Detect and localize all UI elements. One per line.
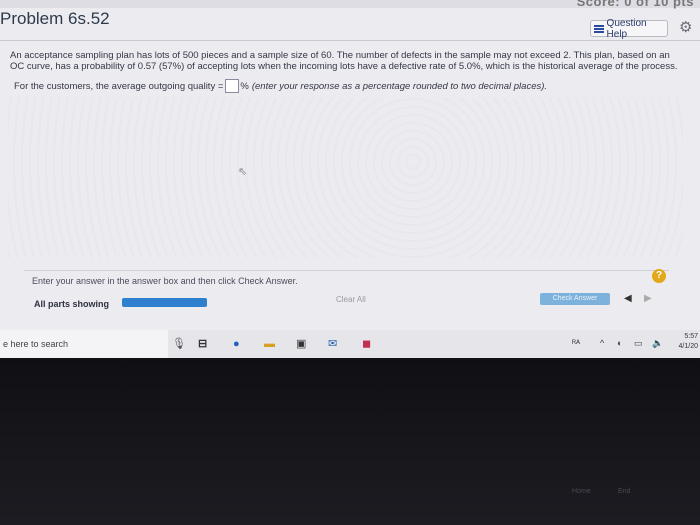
check-answer-button[interactable]: Check Answer (540, 293, 610, 305)
microphone-icon[interactable]: 🎙 (172, 338, 186, 350)
question-help-label: Question Help (606, 17, 647, 40)
clock-date: 4/1/20 (678, 343, 698, 350)
answer-input[interactable] (225, 79, 240, 93)
question-text: An acceptance sampling plan has lots of … (10, 50, 678, 72)
mail-icon[interactable]: ✉ (328, 338, 337, 350)
edge-browser-icon[interactable]: ● (233, 338, 240, 350)
list-icon (594, 24, 604, 33)
key-end: End (618, 488, 631, 495)
clear-all-button[interactable]: Clear All (336, 295, 366, 304)
header-divider (0, 40, 700, 41)
help-badge[interactable]: ? (652, 269, 666, 283)
answer-prompt: For the customers, the average outgoing … (14, 79, 547, 93)
answer-footer: Enter your answer in the answer box and … (24, 269, 669, 319)
task-view-icon[interactable]: ⊟ (198, 338, 207, 350)
browser-screen: Score: 0 of 10 pts Problem 6s.52 Questio… (0, 0, 700, 330)
volume-icon[interactable]: 🔈 (652, 338, 663, 349)
system-clock[interactable]: 5:57 4/1/20 (679, 332, 698, 352)
score-indicator: Score: 0 of 10 pts (576, 0, 694, 9)
chevron-up-icon[interactable]: ^ (600, 338, 604, 348)
parts-label: All parts showing (34, 299, 110, 309)
page-title: Problem 6s.52 (0, 9, 110, 28)
people-icon[interactable]: ᴿᴬ (572, 338, 580, 348)
clock-time: 5:57 (684, 333, 698, 340)
mouse-cursor-icon: ⇖ (238, 166, 248, 178)
prompt-lead: For the customers, the average outgoing … (14, 80, 224, 92)
work-area (8, 98, 683, 258)
file-explorer-icon[interactable]: ▬ (264, 338, 275, 350)
app-icon[interactable]: ◼ (362, 338, 371, 350)
unit-label: % (240, 80, 249, 92)
network-icon[interactable]: ◖ (616, 338, 621, 348)
battery-icon[interactable]: ▭ (634, 338, 643, 349)
taskbar-search[interactable]: e here to search (0, 330, 168, 358)
key-home: Home (572, 488, 591, 495)
prev-icon[interactable]: ◀ (624, 293, 632, 304)
instructions-text: Enter your answer in the answer box and … (32, 276, 298, 286)
store-icon[interactable]: ▣ (296, 338, 306, 350)
taskbar: e here to search 🎙 ⊟ ● ▬ ▣ ✉ ◼ ᴿᴬ ^ ◖ ▭ … (0, 330, 700, 358)
answer-hint: (enter your response as a percentage rou… (251, 80, 548, 92)
next-icon[interactable]: ▶ (644, 293, 652, 304)
question-help-button[interactable]: Question Help (590, 17, 668, 40)
progress-fill (122, 298, 207, 307)
progress-bar (122, 298, 207, 307)
gear-icon[interactable]: ⚙ (679, 20, 692, 35)
laptop-keyboard: Home End (0, 358, 700, 525)
